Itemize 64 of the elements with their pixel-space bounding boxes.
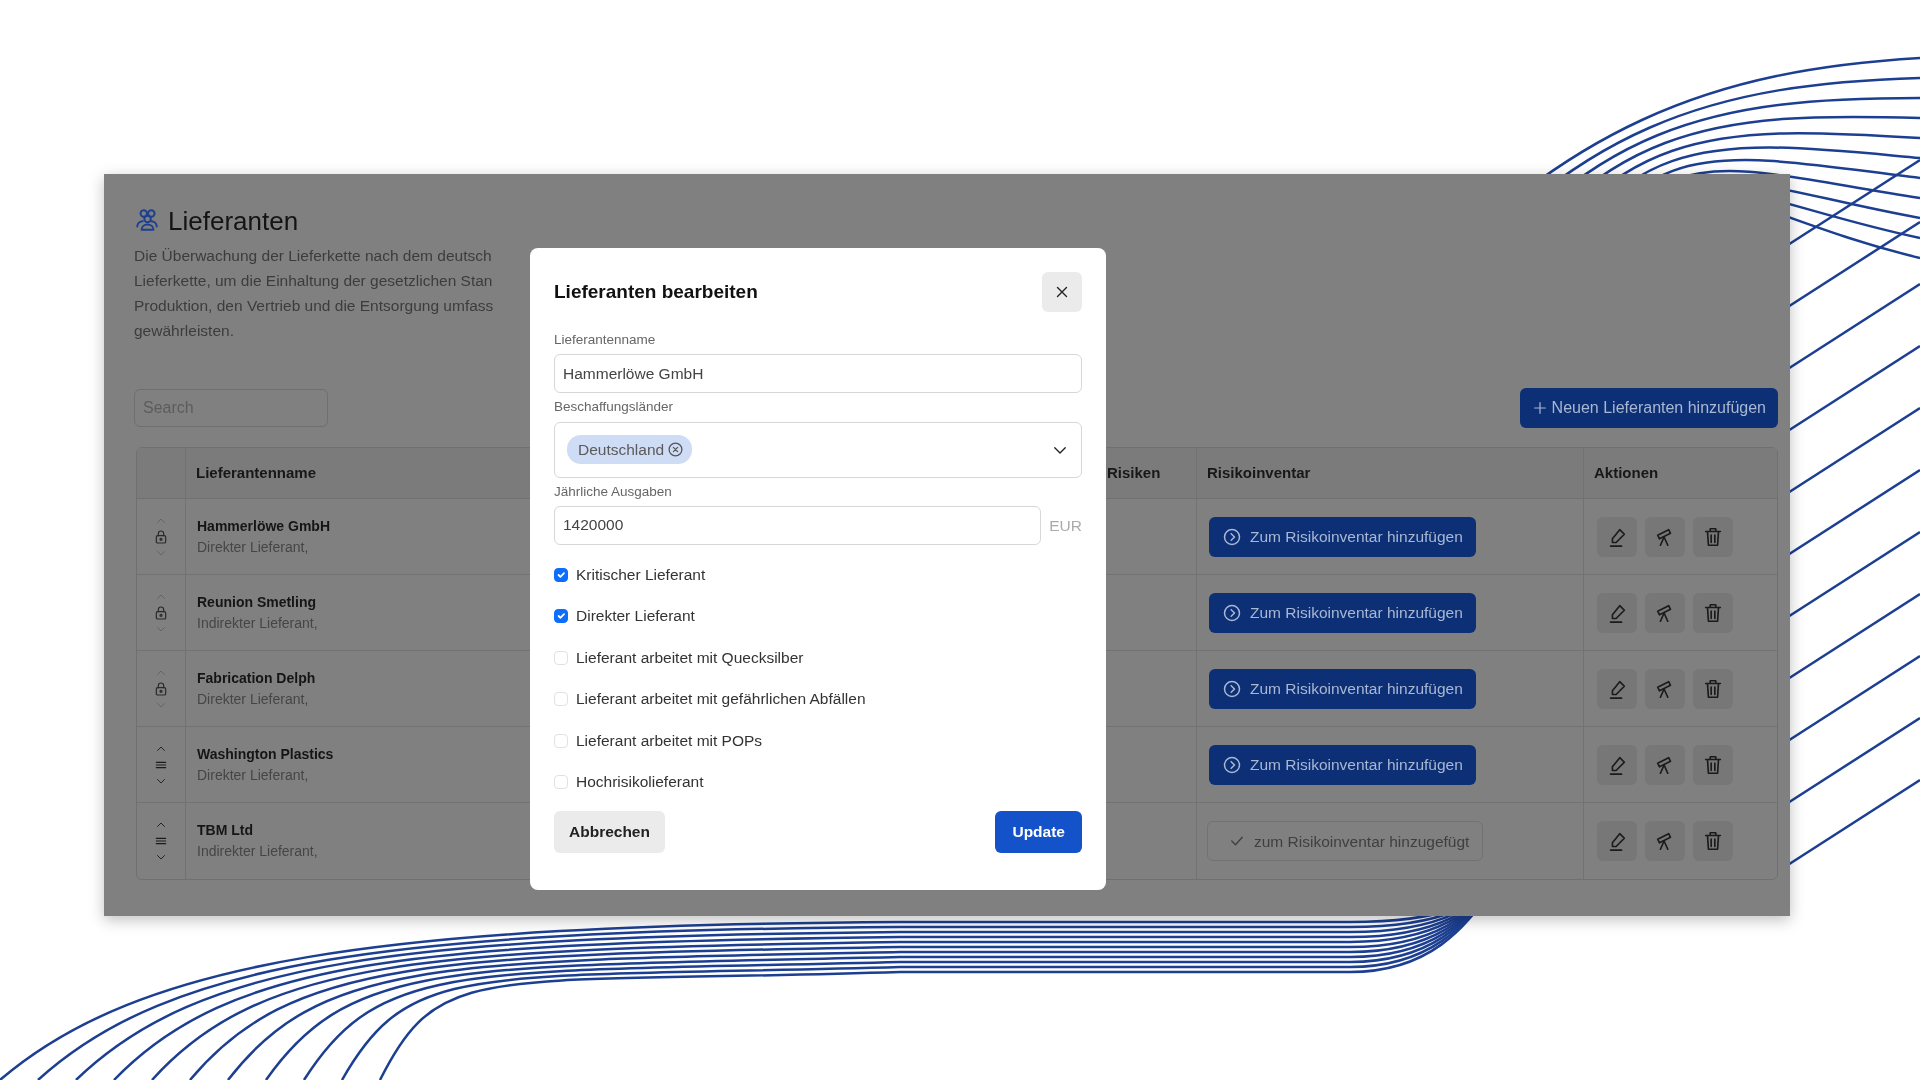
trash-icon — [1702, 677, 1724, 700]
delete-button[interactable] — [1693, 744, 1733, 785]
telescope-button[interactable] — [1645, 821, 1685, 862]
countries-select[interactable]: Deutschland — [554, 421, 1082, 478]
checkbox[interactable] — [554, 567, 568, 582]
currency-unit: EUR — [1049, 515, 1082, 536]
checkbox-label: Lieferant arbeitet mit gefährlichen Abfällen — [576, 689, 866, 710]
supplier-name: TBM Ltd — [197, 821, 254, 841]
trash-icon — [1702, 601, 1724, 624]
checkbox-label: Hochrisikolieferant — [576, 772, 704, 793]
modal-title: Lieferanten bearbeiten — [554, 279, 758, 304]
trash-icon — [1702, 753, 1724, 776]
description-line: Lieferkette, um die Einhaltung der gesetzlichen Stan — [134, 271, 493, 292]
description-line: gewährleisten. — [134, 321, 234, 342]
trash-icon — [1702, 525, 1724, 548]
update-button[interactable]: Update — [995, 810, 1082, 853]
plus-icon — [1531, 400, 1548, 417]
description-line: Die Überwachung der Lieferkette nach dem deutsch — [134, 246, 492, 267]
supplier-name: Washington Plastics — [197, 744, 334, 764]
add-to-inventory-button[interactable]: Zum Risikoinventar hinzufügen — [1209, 516, 1476, 557]
edit-button[interactable] — [1597, 821, 1637, 862]
delete-button[interactable] — [1693, 821, 1733, 862]
supplier-name: Fabrication Delph — [197, 668, 316, 688]
edit-button[interactable] — [1597, 744, 1637, 785]
supplier-name: Hammerlöwe GmbH — [197, 516, 331, 536]
edit-button[interactable] — [1597, 668, 1637, 709]
field-label: Beschaffungsländer — [554, 398, 675, 417]
telescope-button[interactable] — [1645, 592, 1685, 633]
field-label: Jährliche Ausgaben — [554, 482, 673, 501]
add-supplier-button[interactable]: Neuen Lieferanten hinzufügen — [1519, 388, 1778, 429]
checkbox-label: Kritischer Lieferant — [576, 564, 706, 585]
remove-circle-icon[interactable] — [667, 441, 685, 458]
checkbox[interactable] — [554, 609, 568, 623]
edit-button[interactable] — [1597, 592, 1637, 633]
checkbox-label: Direkter Lieferant — [576, 606, 695, 627]
column-header: Aktionen — [1584, 448, 1777, 500]
supplier-type: Indirekter Lieferant, — [197, 613, 318, 633]
checkbox-label: Lieferant arbeitet mit POPs — [576, 730, 763, 751]
country-chip[interactable]: Deutschland — [567, 434, 693, 465]
supplier-name: Reunion Smetling — [197, 592, 317, 612]
supplier-type: Direkter Lieferant, — [197, 765, 310, 785]
delete-button[interactable] — [1693, 668, 1733, 709]
add-to-inventory-button[interactable]: Zum Risikoinventar hinzufügen — [1209, 668, 1476, 709]
supplier-type: Direkter Lieferant, — [197, 537, 310, 557]
edit-button[interactable] — [1597, 516, 1637, 557]
supplier-type: Indirekter Lieferant, — [197, 842, 318, 862]
description-line: Produktion, den Vertrieb und die Entsorgung umfass — [134, 296, 494, 317]
telescope-button[interactable] — [1645, 516, 1685, 557]
trash-icon — [1702, 830, 1724, 853]
delete-button[interactable] — [1693, 592, 1733, 633]
checkbox-label: Lieferant arbeitet mit Quecksilber — [576, 647, 804, 668]
supplier-type: Direkter Lieferant, — [197, 689, 310, 709]
add-to-inventory-button[interactable]: Zum Risikoinventar hinzufügen — [1209, 592, 1476, 633]
spend-field[interactable]: 1420000 — [554, 505, 1041, 545]
add-to-inventory-button[interactable]: Zum Risikoinventar hinzufügen — [1209, 744, 1476, 785]
page-title: Lieferanten — [168, 206, 299, 238]
cancel-button[interactable]: Abbrechen — [554, 810, 665, 853]
column-header: Risikoinventar — [1197, 448, 1584, 500]
name-field[interactable]: Hammerlöwe GmbH — [554, 354, 1082, 394]
close-button[interactable] — [1042, 272, 1082, 312]
delete-button[interactable] — [1693, 516, 1733, 557]
telescope-button[interactable] — [1645, 744, 1685, 785]
telescope-button[interactable] — [1645, 668, 1685, 709]
field-label: Lieferantenname — [554, 331, 657, 349]
